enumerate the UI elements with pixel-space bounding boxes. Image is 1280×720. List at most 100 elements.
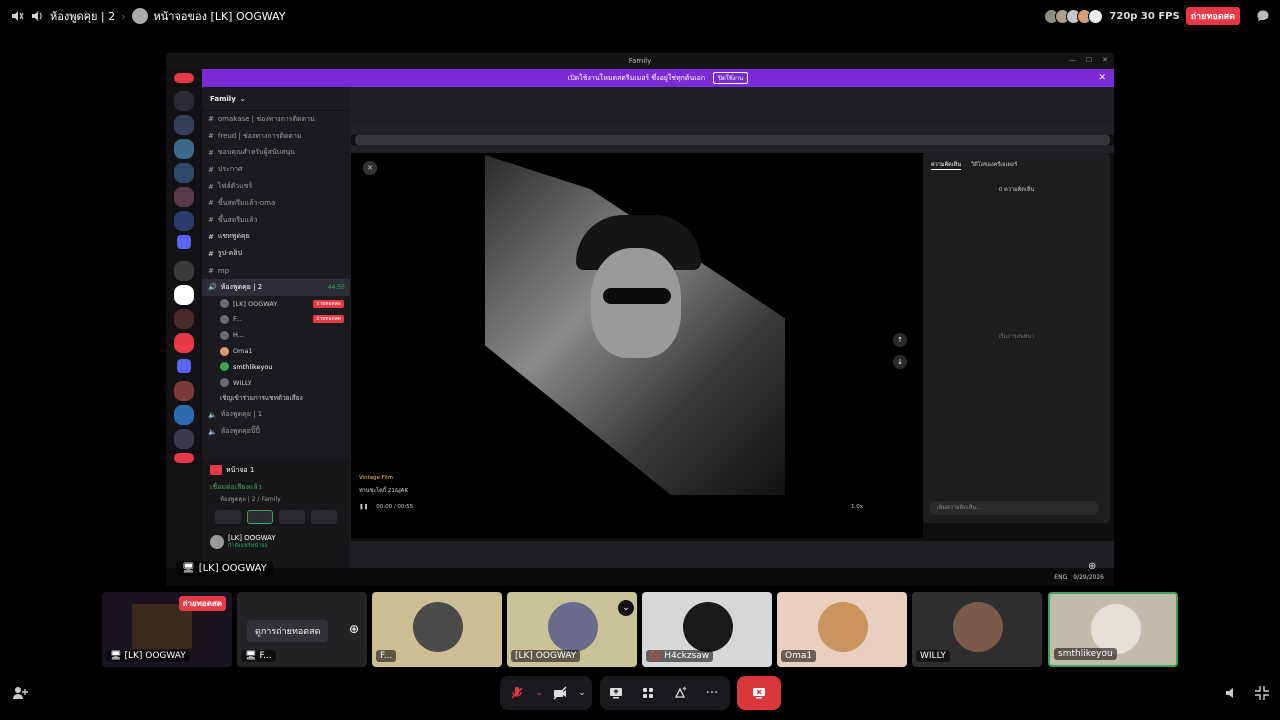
- voice-channel: 🔈 ห้องพูดคุย | 1: [208, 410, 263, 419]
- call-controls: ⌄ ⌄ ···: [0, 676, 1280, 710]
- activities-button[interactable]: [632, 678, 664, 708]
- voice-user: H...: [202, 327, 350, 343]
- chevron-down-icon[interactable]: ⌄: [618, 600, 634, 616]
- channel-item: # รูป-คลิป: [208, 249, 243, 258]
- channel-item: # ขอบคุณสำหรับผู้สนับสนุน: [208, 148, 295, 157]
- more-options-button[interactable]: ···: [696, 678, 728, 708]
- server-header: Family ⌄: [202, 87, 350, 111]
- tile-screen-oogway[interactable]: ถ่ายทอดสด 🖥 [LK] OOGWAY: [102, 592, 232, 667]
- server-icon: [174, 261, 194, 281]
- tile-user-h4ckzsaw[interactable]: 🚫 H4ckzsaw: [642, 592, 772, 667]
- video-author: ท่านชะโคกี้ 21&JAK: [359, 488, 409, 494]
- tile-label: WILLY: [916, 650, 950, 662]
- invite-link: เชิญเข้าร่วมการแชทด้วยเสียง: [220, 394, 303, 403]
- chevron-down-icon[interactable]: ⌄: [534, 678, 544, 708]
- server-icon: [174, 309, 194, 329]
- speaker-icon: [30, 9, 44, 23]
- minimize-icon: —: [1068, 56, 1076, 64]
- comments-empty: เริ่มการสนทนา: [998, 334, 1035, 340]
- mic-muted-icon: 🚫: [650, 651, 662, 661]
- volume-icon[interactable]: [1224, 685, 1240, 701]
- channel-item: # ขึ้นสตรีมแล้ว-oma: [208, 198, 276, 208]
- tile-label: 🚫 H4ckzsaw: [646, 650, 714, 662]
- tile-label: Oma1: [781, 650, 817, 662]
- tile-user-willy[interactable]: WILLY: [912, 592, 1042, 667]
- tile-user-oogway[interactable]: [LK] OOGWAY ⌄ 👥: [507, 592, 637, 667]
- voice-user: [LK] OOGWAY ถ่ายทอดสด: [202, 296, 350, 312]
- chevron-down-icon[interactable]: ⌄: [576, 678, 588, 708]
- more-icon: ···: [705, 685, 719, 701]
- screen-share-icon: [610, 688, 622, 699]
- server-icon: [174, 139, 194, 159]
- avatar: [683, 602, 733, 652]
- streamer-mode-banner: เปิดใช้งานโหมดสตรีมเมอร์ ซึ่งอยู่ใช่ทุกต…: [202, 69, 1114, 87]
- server-icon: [174, 333, 194, 353]
- channel-item: # แชทพูดคุย: [208, 232, 250, 241]
- pause-icon: ❚❚: [359, 504, 369, 510]
- live-badge: ถ่ายทอดสด: [178, 596, 226, 611]
- screen-icon: 🖥: [245, 651, 257, 661]
- camera-off-icon: [553, 686, 567, 700]
- folder-icon: [177, 359, 191, 373]
- close-icon: ✕: [363, 161, 377, 175]
- connection-sub: ห้องพูดคุย | 2 / Family: [220, 496, 281, 503]
- video-time: 00:00 / 00:55: [376, 504, 414, 510]
- stream-panel-title: หน้าจอ 1: [226, 465, 255, 474]
- share-screen-button[interactable]: [600, 678, 632, 708]
- close-icon: ✕: [1102, 56, 1108, 64]
- tile-user-smthlikeyou[interactable]: smthlikeyou: [1048, 592, 1178, 667]
- video-tag: Vintage Film: [359, 475, 393, 481]
- server-name: Family: [210, 94, 236, 103]
- add-stream-icon[interactable]: ⊕: [349, 622, 359, 636]
- window-title: Family: [628, 57, 652, 65]
- soundboard-button[interactable]: [664, 678, 696, 708]
- channel-item: # mp: [208, 266, 230, 275]
- os-taskbar: ENG 9/29/2026: [166, 568, 1114, 586]
- comments-panel: ความคิดเห็น วิดีโอของครีเอเตอร์ 0 ความคิ…: [923, 153, 1110, 523]
- chat-icon[interactable]: [1256, 9, 1270, 23]
- shared-screen[interactable]: Family — ☐ ✕ เปิดใช้งานโหมดสตรีมเมอร์ ซึ่ง…: [166, 53, 1114, 586]
- watch-stream-button[interactable]: ดูการถ่ายทอดสด: [247, 620, 329, 642]
- voice-user: Oma1: [202, 343, 350, 359]
- live-badge: ถ่ายทอดสด: [1185, 7, 1240, 25]
- channel-item: # ขึ้นสตรีมแล้ว: [208, 215, 258, 225]
- exit-fullscreen-icon[interactable]: [1254, 685, 1270, 701]
- tile-user-oma1[interactable]: Oma1: [777, 592, 907, 667]
- channel-name[interactable]: ห้องพูดคุย | 2: [50, 7, 115, 25]
- tile-label: F...: [376, 650, 397, 662]
- add-people-icon[interactable]: [12, 685, 28, 701]
- stage-user-label: 🖥 [LK] OOGWAY: [176, 561, 273, 576]
- voice-icon[interactable]: [10, 9, 24, 23]
- user-name: [LK] OOGWAY: [228, 534, 276, 542]
- language-indicator: ENG: [1054, 573, 1068, 581]
- user-status: กำลังแชร์หน้าจอ: [228, 543, 268, 549]
- camera-off-button[interactable]: [544, 678, 576, 708]
- action-controls: ···: [600, 676, 730, 710]
- end-stream-button[interactable]: [737, 676, 781, 710]
- avatar: [953, 602, 1003, 652]
- mute-mic-button[interactable]: [500, 678, 534, 708]
- voice-panel: หน้าจอ 1 เชื่อมต่อเสียงแล้ว ห้องพูดคุย |…: [202, 460, 350, 570]
- server-icon: [174, 91, 194, 111]
- tile-screen-f[interactable]: ดูการถ่ายทอดสด ⊕ 🖥 F...: [237, 592, 367, 667]
- connection-status: เชื่อมต่อเสียงแล้ว: [210, 482, 262, 491]
- browser-window: ✕ ↑ ↓ Vintage Film ท่านชะโคกี้ 21&JAK ❚❚…: [351, 125, 1114, 541]
- media-controls: ⌄ ⌄: [500, 676, 592, 710]
- video-nav: ↑ ↓: [893, 333, 907, 369]
- activities-icon: [643, 688, 653, 698]
- tile-user-f[interactable]: F...: [372, 592, 502, 667]
- server-icon: [174, 429, 194, 449]
- screen-icon: 🖥: [182, 563, 195, 574]
- maximize-icon: ☐: [1085, 56, 1093, 64]
- stream-quality: 720p 30 FPS: [1109, 10, 1180, 22]
- video-player: ✕ ↑ ↓ Vintage Film ท่านชะโคกี้ 21&JAK ❚❚…: [351, 153, 923, 538]
- video-controls: ❚❚ 00:00 / 00:55 1.0x: [351, 498, 923, 516]
- server-icon: [174, 187, 194, 207]
- top-bar: ห้องพูดคุย | 2 › หน้าจอของ [LK] OOGWAY 7…: [0, 0, 1280, 32]
- voice-user: F... ถ่ายทอดสด: [202, 312, 350, 328]
- avatar: [413, 602, 463, 652]
- screen-icon: 🖥: [110, 651, 122, 661]
- zoom-icon[interactable]: ⊕: [1088, 561, 1102, 575]
- server-icon: [174, 115, 194, 135]
- viewer-avatars[interactable]: [1044, 8, 1104, 24]
